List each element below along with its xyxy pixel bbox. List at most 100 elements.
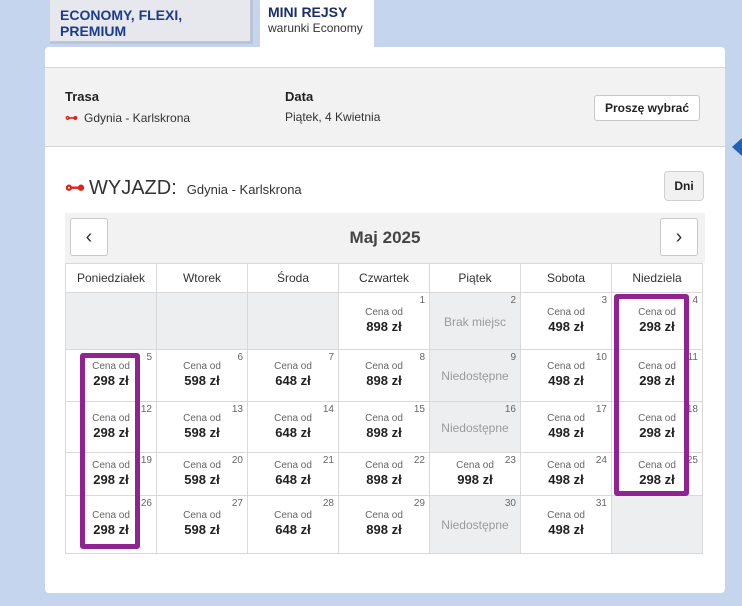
route-value-group: ⊶ Gdynia - Karlskrona <box>65 110 190 126</box>
price-label: Cena od <box>365 459 403 471</box>
price-value: 498 zł <box>548 424 584 440</box>
price-label: Cena od <box>92 510 130 521</box>
day-number: 30 <box>504 498 516 509</box>
tab-mini-rejsy[interactable]: MINI REJSY warunki Economy <box>260 0 374 48</box>
route-label: Trasa <box>65 89 99 104</box>
price-value: 298 zł <box>93 424 129 440</box>
calendar-day-cell[interactable]: 5 Cena od 298 zł <box>66 350 157 402</box>
calendar-day-cell[interactable]: 25 Cena od 298 zł <box>612 453 703 496</box>
calendar-day-cell[interactable]: 17 Cena od 498 zł <box>521 402 612 453</box>
month-navigation: ‹ Maj 2025 › <box>65 213 705 263</box>
price-label: Cena od <box>365 510 403 521</box>
calendar-day-cell[interactable]: 10 Cena od 498 zł <box>521 350 612 402</box>
tab-label: MINI REJSY <box>268 4 348 20</box>
price-value: 298 zł <box>93 373 129 388</box>
weekday-header: Poniedziałek <box>66 264 157 293</box>
day-number: 2 <box>510 295 516 306</box>
price-label: Cena od <box>183 459 221 471</box>
price-label: Cena od <box>92 412 130 424</box>
day-number: 3 <box>601 295 607 306</box>
price-label: Cena od <box>547 510 585 521</box>
price-value: 998 zł <box>457 471 493 487</box>
price-value: 298 zł <box>639 471 675 487</box>
calendar-day-cell[interactable]: 15 Cena od 898 zł <box>339 402 430 453</box>
calendar-day-cell[interactable]: 26 Cena od 298 zł <box>66 496 157 554</box>
days-button[interactable]: Dni <box>664 171 704 201</box>
price-label: Cena od <box>274 510 312 521</box>
price-label: Cena od <box>365 412 403 424</box>
price-label: Cena od <box>365 361 403 372</box>
price-value: 598 zł <box>184 471 220 487</box>
calendar-day-cell[interactable]: 21 Cena od 648 zł <box>248 453 339 496</box>
price-value: 898 zł <box>366 522 402 537</box>
price-label: Cena od <box>274 412 312 424</box>
calendar-day-cell[interactable]: 19 Cena od 298 zł <box>66 453 157 496</box>
calendar-day-cell[interactable]: 31 Cena od 498 zł <box>521 496 612 554</box>
calendar-grid: Poniedziałek Wtorek Środa Czwartek Piątek Sob… <box>65 263 703 554</box>
price-value: 298 zł <box>93 471 129 487</box>
price-value: 598 zł <box>184 373 220 388</box>
price-label: Cena od <box>547 459 585 471</box>
calendar-day-cell[interactable]: 1 Cena od 898 zł <box>339 293 430 350</box>
calendar-day-cell[interactable]: 8 Cena od 898 zł <box>339 350 430 402</box>
price-value: 898 zł <box>366 424 402 440</box>
day-number: 31 <box>595 498 607 509</box>
price-label: Cena od <box>547 361 585 372</box>
calendar-day-cell[interactable]: 11 Cena od 298 zł <box>612 350 703 402</box>
price-label: Cena od <box>638 459 676 471</box>
route-value: Gdynia - Karlskrona <box>84 111 191 125</box>
day-number: 26 <box>140 498 152 509</box>
day-number: 16 <box>504 404 516 415</box>
price-value: 298 zł <box>93 522 129 537</box>
side-pointer-icon <box>732 138 742 156</box>
calendar-day-cell[interactable]: 27 Cena od 598 zł <box>157 496 248 554</box>
price-value: 898 zł <box>366 471 402 487</box>
day-number: 27 <box>231 498 243 509</box>
next-month-button[interactable]: › <box>660 218 698 256</box>
calendar-day-cell[interactable]: 14 Cena od 648 zł <box>248 402 339 453</box>
weekday-header: Czwartek <box>339 264 430 293</box>
weekday-header: Niedziela <box>612 264 703 293</box>
calendar-day-cell[interactable]: 18 Cena od 298 zł <box>612 402 703 453</box>
price-value: 498 zł <box>548 522 584 537</box>
price-value: 648 zł <box>275 373 311 388</box>
price-value: 298 zł <box>639 318 675 334</box>
calendar-day-cell[interactable]: 28 Cena od 648 zł <box>248 496 339 554</box>
calendar-day-cell[interactable]: 6 Cena od 598 zł <box>157 350 248 402</box>
calendar-day-cell[interactable]: 24 Cena od 498 zł <box>521 453 612 496</box>
choose-button[interactable]: Proszę wybrać <box>594 95 700 121</box>
calendar-day-cell[interactable]: 12 Cena od 298 zł <box>66 402 157 453</box>
price-value: 598 zł <box>184 522 220 537</box>
price-value: 498 zł <box>548 471 584 487</box>
calendar-day-cell: 30 Niedostępne <box>430 496 521 554</box>
tab-economy-flexi-premium[interactable]: ECONOMY, FLEXI, PREMIUM <box>50 0 253 44</box>
departure-route: Gdynia - Karlskrona <box>186 182 302 197</box>
price-value: 498 zł <box>548 373 584 388</box>
availability-status: Niedostępne <box>441 518 509 532</box>
price-label: Cena od <box>183 361 221 372</box>
calendar-day-cell[interactable]: 4 Cena od 298 zł <box>612 293 703 350</box>
calendar-day-cell: 16 Niedostępne <box>430 402 521 453</box>
price-label: Cena od <box>183 510 221 521</box>
route-arrow-icon: ⊶ <box>65 110 78 125</box>
departure-title: WYJAZD: <box>89 177 177 199</box>
day-number: 9 <box>510 352 516 363</box>
price-label: Cena od <box>183 412 221 424</box>
price-label: Cena od <box>547 412 585 424</box>
calendar-day-cell[interactable]: 23 Cena od 998 zł <box>430 453 521 496</box>
availability-status: Brak miejsc <box>443 314 506 329</box>
weekday-header: Środa <box>248 264 339 293</box>
calendar-day-cell[interactable]: 22 Cena od 898 zł <box>339 453 430 496</box>
calendar-day-cell[interactable]: 20 Cena od 598 zł <box>157 453 248 496</box>
booking-panel: Trasa ⊶ Gdynia - Karlskrona Data Piątek, … <box>45 47 725 593</box>
date-value: Piątek, 4 Kwietnia <box>285 110 381 124</box>
price-label: Cena od <box>638 306 676 318</box>
price-value: 298 zł <box>639 373 675 388</box>
weekday-header: Piątek <box>430 264 521 293</box>
calendar-day-cell[interactable]: 7 Cena od 648 zł <box>248 350 339 402</box>
price-value: 498 zł <box>548 318 584 334</box>
calendar-day-cell[interactable]: 29 Cena od 898 zł <box>339 496 430 554</box>
calendar-day-cell[interactable]: 3 Cena od 498 zł <box>521 293 612 350</box>
calendar-day-cell[interactable]: 13 Cena od 598 zł <box>157 402 248 453</box>
availability-status: Niedostępne <box>441 369 509 383</box>
